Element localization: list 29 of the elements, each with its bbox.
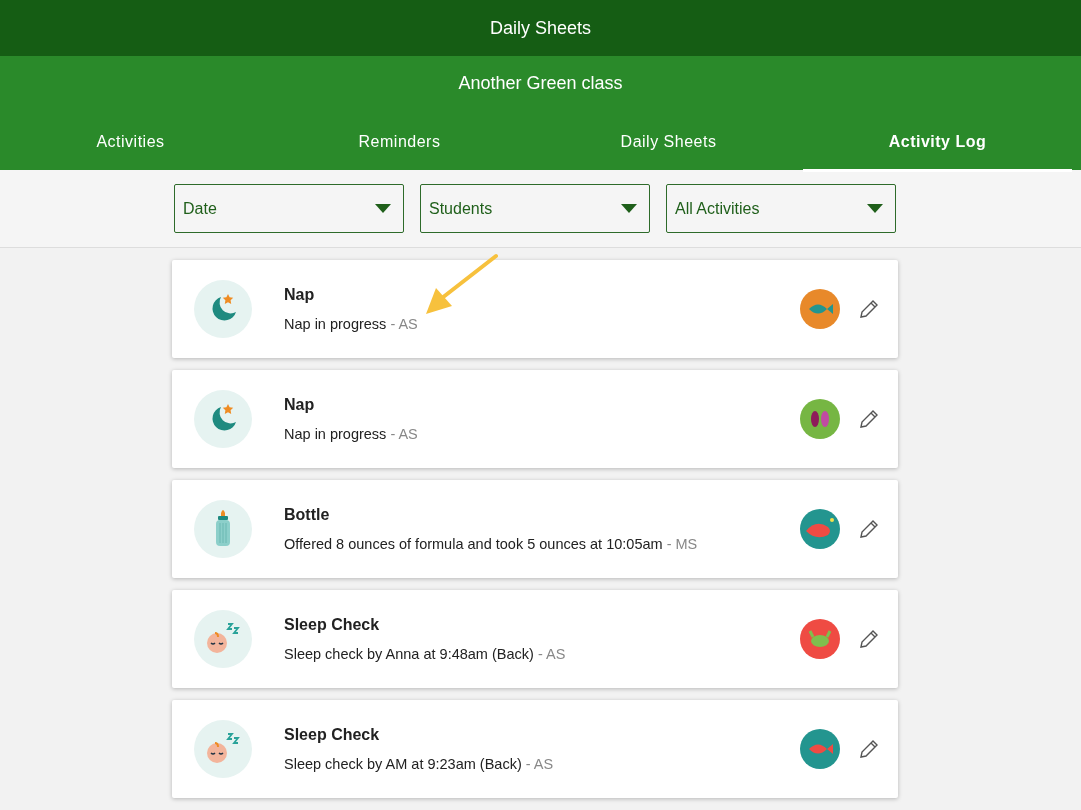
activity-detail: Sleep check by AM at 9:23am (Back) - AS [284, 756, 555, 772]
activity-detail: Nap in progress - AS [284, 316, 419, 332]
tab[interactable]: Activities [0, 118, 265, 172]
tab[interactable]: Reminders [265, 118, 534, 172]
activity-detail: Nap in progress - AS [284, 426, 419, 442]
filter-dropdown[interactable]: All Activities [666, 184, 896, 233]
page-title: Daily Sheets [489, 17, 592, 39]
baby-bottle-icon [194, 500, 252, 558]
activity-title: Bottle [284, 506, 331, 524]
filter-dropdown[interactable]: Students [420, 184, 650, 233]
caret-icon [867, 204, 883, 213]
caret-icon [375, 204, 391, 213]
activity-title: Nap [284, 286, 316, 304]
pencil-icon [858, 298, 880, 320]
class-title: Another Green class [457, 73, 624, 94]
pencil-icon [858, 738, 880, 760]
sleeping-baby-icon [194, 610, 252, 668]
filter-dropdown[interactable]: Date [174, 184, 404, 233]
pencil-icon [858, 408, 880, 430]
activity-detail: Offered 8 ounces of formula and took 5 ounces at 10:05am - MS [284, 536, 699, 552]
pencil-icon [858, 518, 880, 540]
activity-title: Nap [284, 396, 316, 414]
activity-title: Sleep Check [284, 616, 381, 634]
tab[interactable]: Daily Sheets [534, 118, 803, 172]
pencil-icon [858, 628, 880, 650]
activity-detail: Sleep check by Anna at 9:48am (Back) - AS [284, 646, 567, 662]
caret-icon [621, 204, 637, 213]
activity-title: Sleep Check [284, 726, 381, 744]
sleeping-baby-icon [194, 720, 252, 778]
